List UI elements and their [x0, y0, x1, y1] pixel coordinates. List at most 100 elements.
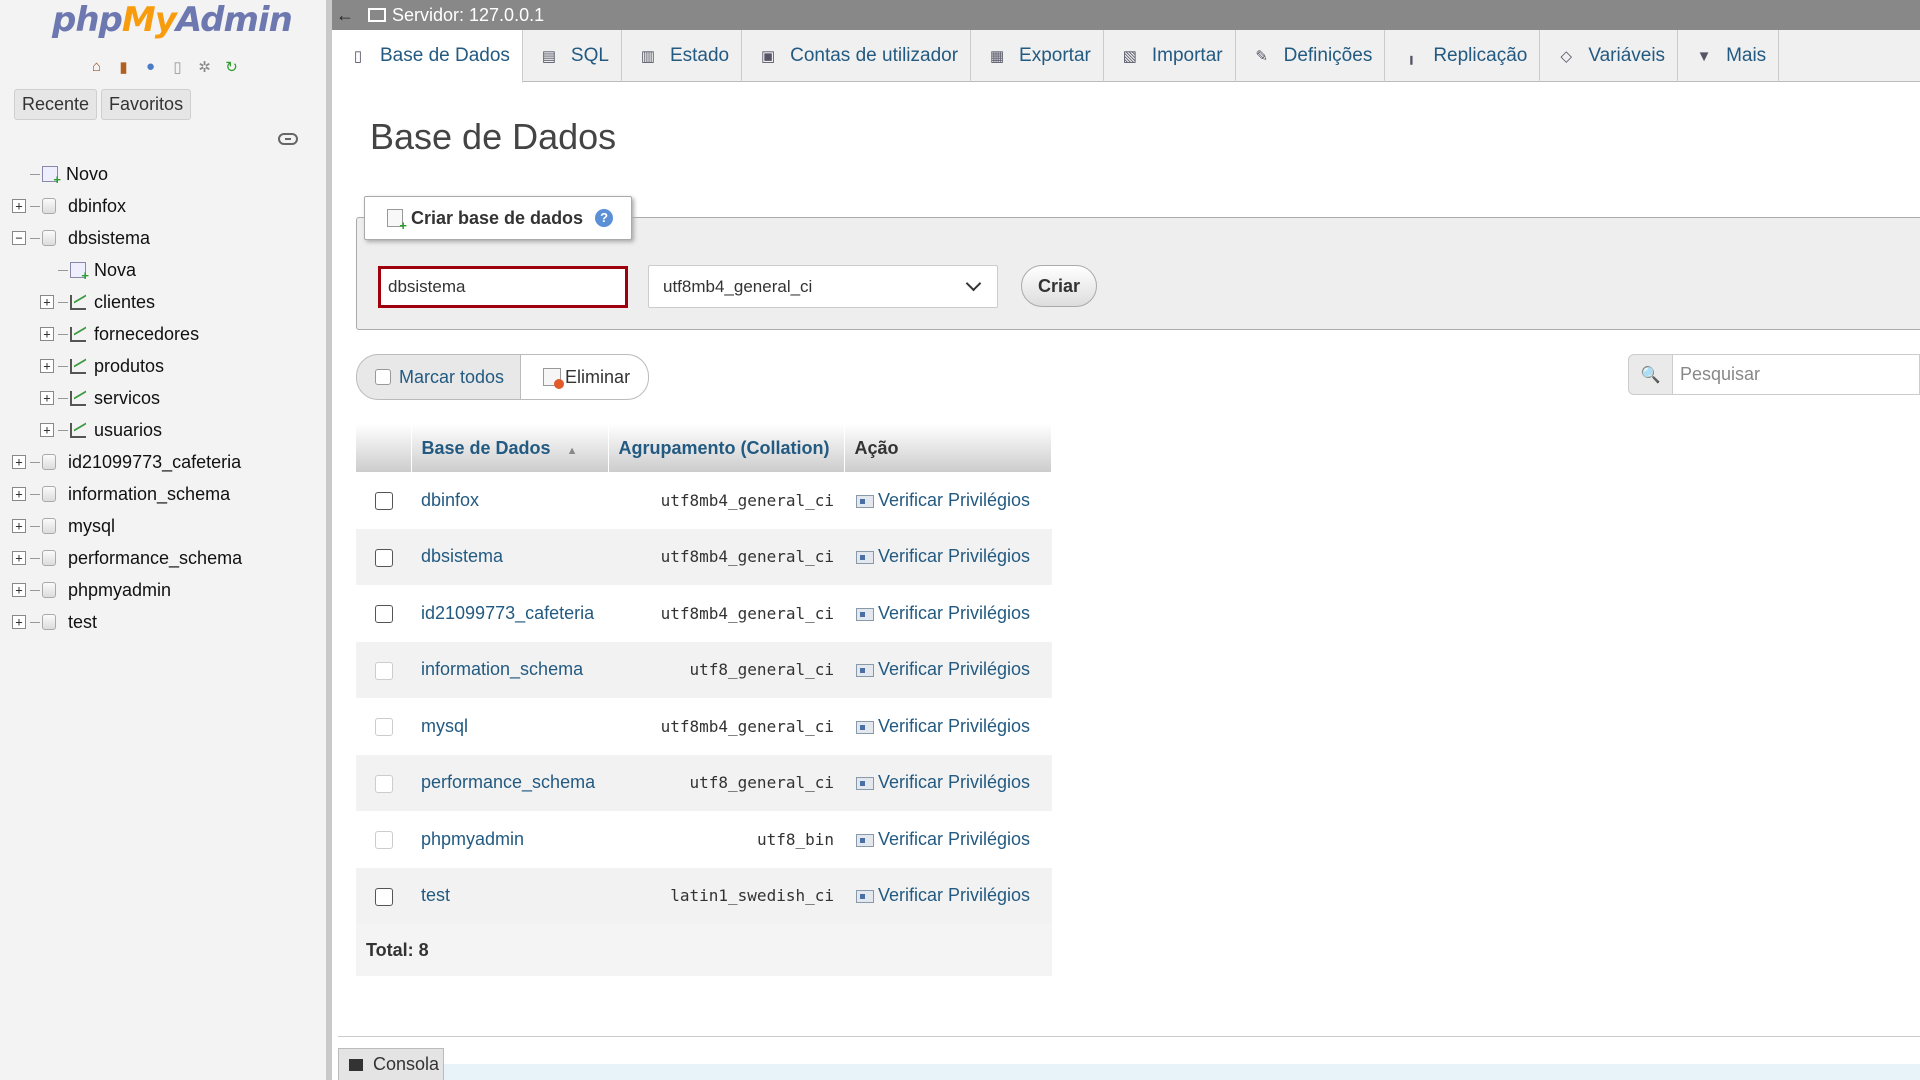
tree-item-label[interactable]: Nova: [94, 260, 136, 281]
check-privileges-link[interactable]: Verificar Privilégios: [844, 867, 1052, 924]
tree-item-label[interactable]: fornecedores: [94, 324, 199, 345]
expand-icon[interactable]: +: [12, 487, 26, 501]
collation-select[interactable]: utf8mb4_general_ci: [648, 265, 998, 308]
check-privileges-link[interactable]: Verificar Privilégios: [844, 754, 1052, 811]
tree-item[interactable]: + id21099773_cafeteria: [12, 446, 322, 478]
tab-recent[interactable]: Recente: [14, 89, 98, 120]
row-checkbox[interactable]: [374, 605, 393, 623]
create-button[interactable]: Criar: [1021, 265, 1097, 307]
reload-icon[interactable]: ↻: [221, 56, 242, 77]
tab-replica-o[interactable]: ╻ Replicação: [1385, 30, 1541, 82]
tab-importar[interactable]: ▧ Importar: [1104, 30, 1236, 82]
database-name-link[interactable]: test: [411, 867, 608, 924]
database-name-link[interactable]: dbinfox: [411, 472, 608, 529]
row-checkbox[interactable]: [374, 887, 393, 906]
expand-icon[interactable]: +: [12, 615, 26, 629]
tree-item[interactable]: Nova: [12, 254, 322, 286]
home-icon[interactable]: ⌂: [86, 56, 107, 77]
tab-sql[interactable]: ▤ SQL: [523, 30, 622, 82]
link-with-main-panel-icon[interactable]: [278, 133, 298, 145]
expand-icon[interactable]: +: [40, 423, 54, 437]
tree-item[interactable]: + clientes: [12, 286, 322, 318]
database-name-link[interactable]: id21099773_cafeteria: [411, 585, 608, 642]
expand-icon[interactable]: +: [40, 295, 54, 309]
tree-item[interactable]: + fornecedores: [12, 318, 322, 350]
tree-item[interactable]: + information_schema: [12, 478, 322, 510]
tree-item[interactable]: Novo: [12, 158, 322, 190]
database-name-link[interactable]: dbsistema: [411, 528, 608, 585]
row-checkbox-cell: [356, 867, 411, 924]
tab-mais[interactable]: ▼ Mais: [1678, 30, 1780, 82]
collapse-nav-arrow-icon[interactable]: ←: [332, 5, 358, 26]
tab-vari-veis[interactable]: ◇ Variáveis: [1540, 30, 1679, 82]
tree-item-label[interactable]: id21099773_cafeteria: [68, 452, 241, 473]
tree-item-label[interactable]: servicos: [94, 388, 160, 409]
table-icon: [70, 358, 86, 374]
tree-item[interactable]: + mysql: [12, 510, 322, 542]
check-privileges-link[interactable]: Verificar Privilégios: [844, 811, 1052, 868]
collapse-icon[interactable]: −: [12, 231, 26, 245]
tree-item-label[interactable]: dbinfox: [68, 196, 126, 217]
exit-icon[interactable]: ▮: [113, 56, 134, 77]
tab-defini-es[interactable]: ✎ Definições: [1236, 30, 1386, 82]
tree-item-label[interactable]: clientes: [94, 292, 155, 313]
expand-icon[interactable]: +: [40, 391, 54, 405]
sort-ascending-icon[interactable]: ▲: [567, 445, 578, 457]
check-privileges-link[interactable]: Verificar Privilégios: [844, 528, 1052, 585]
tree-item-label[interactable]: produtos: [94, 356, 164, 377]
help-icon[interactable]: ●: [140, 56, 161, 77]
tab-estado[interactable]: ▥ Estado: [622, 30, 743, 82]
header-database-name[interactable]: Base de Dados ▲: [411, 424, 609, 472]
expand-icon[interactable]: +: [40, 359, 54, 373]
row-checkbox[interactable]: [374, 548, 393, 567]
expand-icon[interactable]: +: [12, 455, 26, 469]
settings-icon[interactable]: ✲: [194, 56, 215, 77]
mark-all-button[interactable]: Marcar todos: [356, 354, 522, 400]
database-name-input[interactable]: [378, 266, 628, 308]
expand-icon[interactable]: +: [12, 519, 26, 533]
search-input[interactable]: [1673, 354, 1920, 395]
delete-button[interactable]: Eliminar: [521, 354, 650, 400]
tab-exportar[interactable]: ▦ Exportar: [971, 30, 1104, 82]
tree-item-label[interactable]: usuarios: [94, 420, 162, 441]
tab-favorites[interactable]: Favoritos: [101, 89, 192, 120]
tab-base-de-dados[interactable]: ▯ Base de Dados: [332, 30, 523, 83]
expand-icon[interactable]: +: [12, 551, 26, 565]
tree-item-label[interactable]: information_schema: [68, 484, 230, 505]
phpmyadmin-logo[interactable]: phpMyAdmin: [52, 0, 293, 40]
tree-item-label[interactable]: Novo: [66, 164, 108, 185]
tree-item[interactable]: + test: [12, 606, 322, 638]
help-icon[interactable]: ?: [595, 209, 614, 227]
check-privileges-link[interactable]: Verificar Privilégios: [844, 472, 1052, 529]
tab-contas-de-utilizador[interactable]: ▣ Contas de utilizador: [742, 30, 972, 82]
check-privileges-link[interactable]: Verificar Privilégios: [844, 641, 1052, 698]
check-privileges-link[interactable]: Verificar Privilégios: [844, 585, 1052, 642]
mark-all-checkbox[interactable]: [375, 369, 391, 385]
table-row: test latin1_swedish_ci Verificar Privilégi…: [356, 867, 1052, 924]
tree-item[interactable]: + servicos: [12, 382, 322, 414]
tree-item-label[interactable]: dbsistema: [68, 228, 150, 249]
expand-icon[interactable]: +: [12, 583, 26, 597]
tree-item-label[interactable]: mysql: [68, 516, 115, 537]
expand-icon[interactable]: +: [40, 327, 54, 341]
header-collation[interactable]: Agrupamento (Collation): [608, 424, 845, 472]
tree-item[interactable]: + produtos: [12, 350, 322, 382]
docs-icon[interactable]: ▯: [167, 56, 188, 77]
tree-item[interactable]: + dbinfox: [12, 190, 322, 222]
tree-item[interactable]: + phpmyadmin: [12, 574, 322, 606]
tree-item[interactable]: + usuarios: [12, 414, 322, 446]
check-privileges-link[interactable]: Verificar Privilégios: [844, 698, 1052, 755]
tree-item-label[interactable]: performance_schema: [68, 548, 242, 569]
tree-item-label[interactable]: phpmyadmin: [68, 580, 171, 601]
database-name-link[interactable]: phpmyadmin: [411, 811, 608, 868]
database-name-link[interactable]: mysql: [411, 698, 608, 755]
tree-item[interactable]: + performance_schema: [12, 542, 322, 574]
tree-item-label[interactable]: test: [68, 612, 97, 633]
console-tab[interactable]: Consola: [338, 1048, 444, 1080]
database-name-link[interactable]: performance_schema: [411, 754, 608, 811]
database-name-link[interactable]: information_schema: [411, 641, 608, 698]
row-checkbox[interactable]: [374, 492, 393, 510]
tree-item[interactable]: − dbsistema: [12, 222, 322, 254]
server-breadcrumb[interactable]: Servidor: 127.0.0.1: [392, 5, 544, 26]
expand-icon[interactable]: +: [12, 199, 26, 213]
